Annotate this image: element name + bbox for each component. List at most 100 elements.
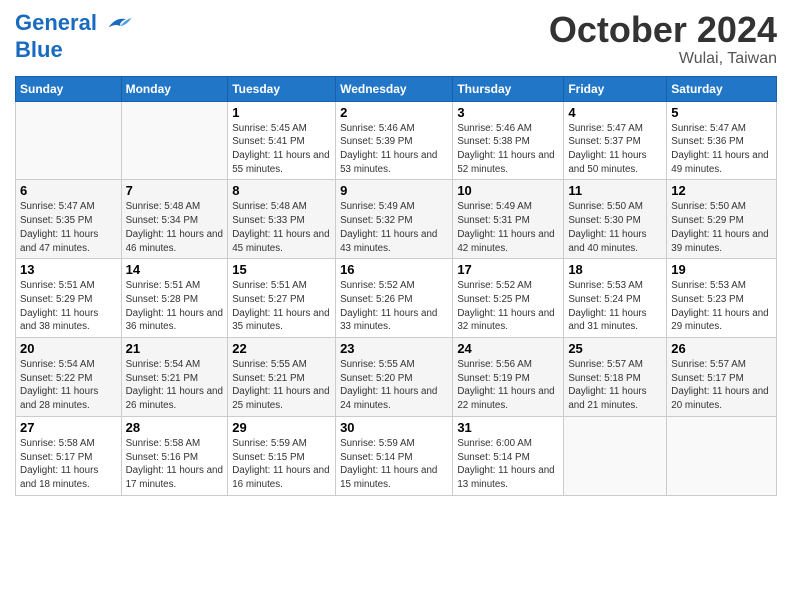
table-row: 29 Sunrise: 5:59 AM Sunset: 5:15 PM Dayli… bbox=[228, 416, 336, 495]
col-thursday: Thursday bbox=[453, 76, 564, 101]
table-row: 26Sunrise: 5:57 AM Sunset: 5:17 PM Dayli… bbox=[667, 338, 777, 417]
logo-line2: Blue bbox=[15, 38, 133, 62]
table-row: 23 Sunrise: 5:55 AM Sunset: 5:20 PM Dayli… bbox=[336, 338, 453, 417]
day-info: Sunrise: 5:47 AM Sunset: 5:37 PM Dayligh… bbox=[568, 122, 662, 177]
day-info: Sunrise: 5:51 AM Sunset: 5:29 PM Dayligh… bbox=[20, 279, 117, 334]
day-number: 30 bbox=[340, 420, 448, 435]
day-number: 3 bbox=[457, 105, 559, 120]
col-friday: Friday bbox=[564, 76, 667, 101]
day-info: Sunrise: 5:45 AM Sunset: 5:41 PM Dayligh… bbox=[232, 122, 331, 177]
table-row bbox=[564, 416, 667, 495]
table-row: 28 Sunrise: 5:58 AM Sunset: 5:16 PM Dayli… bbox=[121, 416, 228, 495]
day-info: Sunrise: 5:55 AM Sunset: 5:21 PM Dayligh… bbox=[232, 358, 331, 413]
table-row: 25 Sunrise: 5:57 AM Sunset: 5:18 PM Dayli… bbox=[564, 338, 667, 417]
day-info: Sunrise: 5:52 AM Sunset: 5:26 PM Dayligh… bbox=[340, 279, 448, 334]
logo: General Blue bbox=[15, 10, 133, 62]
day-info: Sunrise: 5:53 AM Sunset: 5:24 PM Dayligh… bbox=[568, 279, 662, 334]
day-number: 1 bbox=[232, 105, 331, 120]
week-row: 1 Sunrise: 5:45 AM Sunset: 5:41 PM Daylig… bbox=[16, 101, 777, 180]
table-row: 27Sunrise: 5:58 AM Sunset: 5:17 PM Dayli… bbox=[16, 416, 122, 495]
day-info: Sunrise: 5:59 AM Sunset: 5:14 PM Dayligh… bbox=[340, 437, 448, 492]
day-number: 15 bbox=[232, 262, 331, 277]
day-info: Sunrise: 5:53 AM Sunset: 5:23 PM Dayligh… bbox=[671, 279, 772, 334]
table-row: 16 Sunrise: 5:52 AM Sunset: 5:26 PM Dayli… bbox=[336, 259, 453, 338]
day-info: Sunrise: 5:54 AM Sunset: 5:21 PM Dayligh… bbox=[126, 358, 224, 413]
day-info: Sunrise: 5:57 AM Sunset: 5:18 PM Dayligh… bbox=[568, 358, 662, 413]
calendar-body: 1 Sunrise: 5:45 AM Sunset: 5:41 PM Daylig… bbox=[16, 101, 777, 495]
day-number: 25 bbox=[568, 341, 662, 356]
logo-bird-icon bbox=[105, 10, 133, 38]
table-row: 3 Sunrise: 5:46 AM Sunset: 5:38 PM Daylig… bbox=[453, 101, 564, 180]
day-info: Sunrise: 5:58 AM Sunset: 5:16 PM Dayligh… bbox=[126, 437, 224, 492]
table-row: 8Sunrise: 5:48 AM Sunset: 5:33 PM Daylig… bbox=[228, 180, 336, 259]
table-row: 4 Sunrise: 5:47 AM Sunset: 5:37 PM Daylig… bbox=[564, 101, 667, 180]
table-row: 6Sunrise: 5:47 AM Sunset: 5:35 PM Daylig… bbox=[16, 180, 122, 259]
day-number: 24 bbox=[457, 341, 559, 356]
table-row: 31Sunrise: 6:00 AM Sunset: 5:14 PM Dayli… bbox=[453, 416, 564, 495]
col-sunday: Sunday bbox=[16, 76, 122, 101]
day-info: Sunrise: 5:58 AM Sunset: 5:17 PM Dayligh… bbox=[20, 437, 117, 492]
table-row: 19 Sunrise: 5:53 AM Sunset: 5:23 PM Dayli… bbox=[667, 259, 777, 338]
day-number: 20 bbox=[20, 341, 117, 356]
location: Wulai, Taiwan bbox=[549, 50, 777, 68]
day-number: 26 bbox=[671, 341, 772, 356]
day-number: 22 bbox=[232, 341, 331, 356]
table-row: 21Sunrise: 5:54 AM Sunset: 5:21 PM Dayli… bbox=[121, 338, 228, 417]
day-number: 17 bbox=[457, 262, 559, 277]
table-row: 11 Sunrise: 5:50 AM Sunset: 5:30 PM Dayli… bbox=[564, 180, 667, 259]
table-row: 24Sunrise: 5:56 AM Sunset: 5:19 PM Dayli… bbox=[453, 338, 564, 417]
day-info: Sunrise: 5:47 AM Sunset: 5:36 PM Dayligh… bbox=[671, 122, 772, 177]
table-row bbox=[667, 416, 777, 495]
col-monday: Monday bbox=[121, 76, 228, 101]
table-row: 2Sunrise: 5:46 AM Sunset: 5:39 PM Daylig… bbox=[336, 101, 453, 180]
table-row: 1 Sunrise: 5:45 AM Sunset: 5:41 PM Daylig… bbox=[228, 101, 336, 180]
day-number: 7 bbox=[126, 183, 224, 198]
col-saturday: Saturday bbox=[667, 76, 777, 101]
week-row: 13 Sunrise: 5:51 AM Sunset: 5:29 PM Dayli… bbox=[16, 259, 777, 338]
day-info: Sunrise: 5:51 AM Sunset: 5:28 PM Dayligh… bbox=[126, 279, 224, 334]
col-tuesday: Tuesday bbox=[228, 76, 336, 101]
day-number: 19 bbox=[671, 262, 772, 277]
table-row: 17 Sunrise: 5:52 AM Sunset: 5:25 PM Dayli… bbox=[453, 259, 564, 338]
day-number: 11 bbox=[568, 183, 662, 198]
calendar-header: Sunday Monday Tuesday Wednesday Thursday… bbox=[16, 76, 777, 101]
table-row: 5 Sunrise: 5:47 AM Sunset: 5:36 PM Daylig… bbox=[667, 101, 777, 180]
day-number: 23 bbox=[340, 341, 448, 356]
day-info: Sunrise: 5:49 AM Sunset: 5:31 PM Dayligh… bbox=[457, 200, 559, 255]
day-info: Sunrise: 5:55 AM Sunset: 5:20 PM Dayligh… bbox=[340, 358, 448, 413]
day-info: Sunrise: 5:59 AM Sunset: 5:15 PM Dayligh… bbox=[232, 437, 331, 492]
table-row: 12Sunrise: 5:50 AM Sunset: 5:29 PM Dayli… bbox=[667, 180, 777, 259]
day-info: Sunrise: 5:47 AM Sunset: 5:35 PM Dayligh… bbox=[20, 200, 117, 255]
week-row: 20Sunrise: 5:54 AM Sunset: 5:22 PM Dayli… bbox=[16, 338, 777, 417]
table-row: 20Sunrise: 5:54 AM Sunset: 5:22 PM Dayli… bbox=[16, 338, 122, 417]
day-number: 18 bbox=[568, 262, 662, 277]
day-info: Sunrise: 5:51 AM Sunset: 5:27 PM Dayligh… bbox=[232, 279, 331, 334]
table-row: 30 Sunrise: 5:59 AM Sunset: 5:14 PM Dayli… bbox=[336, 416, 453, 495]
day-number: 16 bbox=[340, 262, 448, 277]
day-info: Sunrise: 5:50 AM Sunset: 5:29 PM Dayligh… bbox=[671, 200, 772, 255]
month-title: October 2024 bbox=[549, 10, 777, 50]
header: General Blue October 2024 Wulai, Taiwan bbox=[15, 10, 777, 68]
title-block: October 2024 Wulai, Taiwan bbox=[549, 10, 777, 68]
day-number: 4 bbox=[568, 105, 662, 120]
day-info: Sunrise: 5:50 AM Sunset: 5:30 PM Dayligh… bbox=[568, 200, 662, 255]
logo-line1: General bbox=[15, 10, 97, 35]
day-info: Sunrise: 5:46 AM Sunset: 5:38 PM Dayligh… bbox=[457, 122, 559, 177]
day-number: 13 bbox=[20, 262, 117, 277]
day-info: Sunrise: 5:52 AM Sunset: 5:25 PM Dayligh… bbox=[457, 279, 559, 334]
day-number: 5 bbox=[671, 105, 772, 120]
table-row bbox=[16, 101, 122, 180]
table-row: 22 Sunrise: 5:55 AM Sunset: 5:21 PM Dayli… bbox=[228, 338, 336, 417]
calendar-table: Sunday Monday Tuesday Wednesday Thursday… bbox=[15, 76, 777, 496]
day-number: 28 bbox=[126, 420, 224, 435]
table-row bbox=[121, 101, 228, 180]
day-number: 29 bbox=[232, 420, 331, 435]
week-row: 6Sunrise: 5:47 AM Sunset: 5:35 PM Daylig… bbox=[16, 180, 777, 259]
day-info: Sunrise: 5:46 AM Sunset: 5:39 PM Dayligh… bbox=[340, 122, 448, 177]
day-info: Sunrise: 5:48 AM Sunset: 5:33 PM Dayligh… bbox=[232, 200, 331, 255]
day-number: 9 bbox=[340, 183, 448, 198]
table-row: 13 Sunrise: 5:51 AM Sunset: 5:29 PM Dayli… bbox=[16, 259, 122, 338]
day-number: 14 bbox=[126, 262, 224, 277]
page-container: General Blue October 2024 Wulai, Taiwan … bbox=[0, 0, 792, 506]
table-row: 18 Sunrise: 5:53 AM Sunset: 5:24 PM Dayli… bbox=[564, 259, 667, 338]
